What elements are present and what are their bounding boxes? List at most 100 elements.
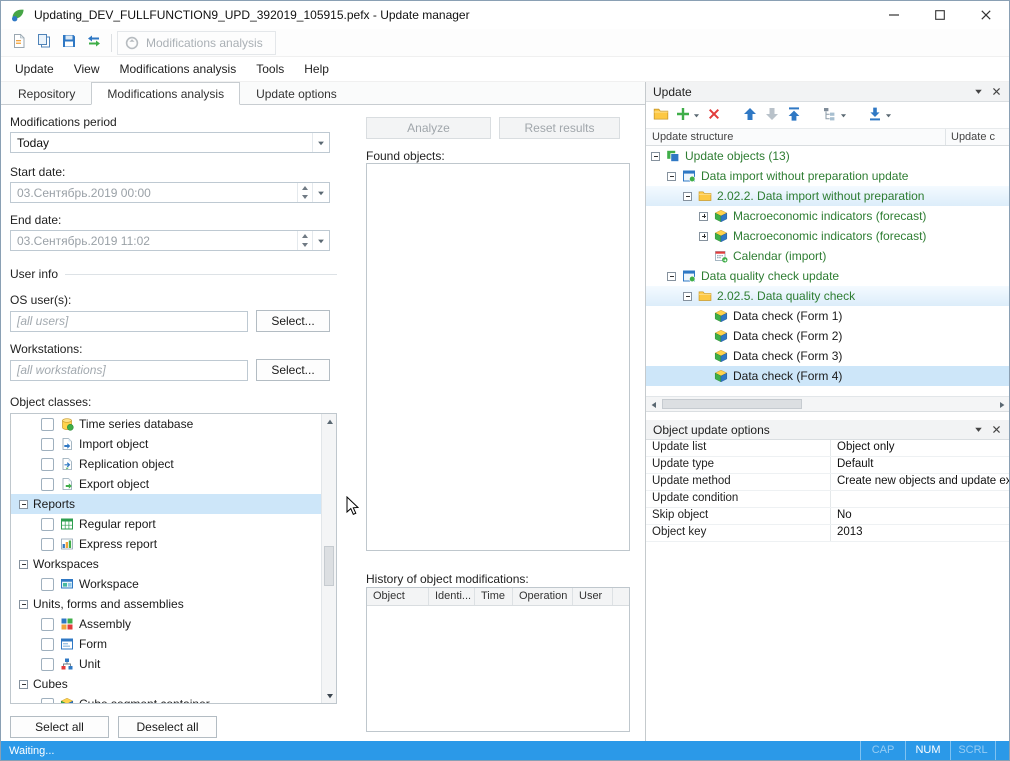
- expander-icon[interactable]: [19, 560, 28, 569]
- update-tree-row[interactable]: Macroeconomic indicators (forecast): [646, 226, 1009, 246]
- pane-close-icon[interactable]: [988, 422, 1004, 438]
- object-class-row[interactable]: Workspace: [11, 574, 321, 594]
- property-value[interactable]: No: [831, 508, 1009, 524]
- checkbox[interactable]: [41, 638, 54, 651]
- minimize-button[interactable]: [871, 1, 917, 29]
- chevron-down-icon[interactable]: [312, 133, 329, 152]
- scroll-right-icon[interactable]: [994, 397, 1009, 413]
- maximize-button[interactable]: [917, 1, 963, 29]
- deselect-all-button[interactable]: Deselect all: [118, 716, 217, 738]
- update-tree-row[interactable]: Data check (Form 4): [646, 366, 1009, 386]
- update-tree-row[interactable]: 2.02.2. Data import without preparation: [646, 186, 1009, 206]
- expander-icon[interactable]: [683, 292, 692, 301]
- menu-help[interactable]: Help: [294, 59, 339, 79]
- pane-menu-icon[interactable]: [970, 422, 986, 438]
- update-tree-row[interactable]: 2.02.5. Data quality check: [646, 286, 1009, 306]
- property-row[interactable]: Update typeDefault: [646, 457, 1009, 474]
- move-to-top-button[interactable]: [784, 104, 804, 126]
- vertical-scrollbar[interactable]: [321, 414, 336, 703]
- property-value[interactable]: 2013: [831, 525, 1009, 541]
- menu-tools[interactable]: Tools: [246, 59, 294, 79]
- tab-update-options[interactable]: Update options: [240, 82, 353, 104]
- property-value[interactable]: Object only: [831, 440, 1009, 456]
- expander-icon[interactable]: [667, 172, 676, 181]
- save-button[interactable]: [56, 31, 81, 55]
- expander-icon[interactable]: [699, 232, 708, 241]
- start-date-input[interactable]: 03.Сентябрь.2019 00:00: [10, 182, 330, 203]
- object-class-row[interactable]: Export object: [11, 474, 321, 494]
- spin-up-icon[interactable]: [298, 231, 312, 241]
- select-workstations-button[interactable]: Select...: [256, 359, 330, 381]
- expander-icon[interactable]: [667, 272, 676, 281]
- column-update-structure[interactable]: Update structure: [646, 129, 946, 145]
- found-objects-list[interactable]: [366, 163, 630, 551]
- object-class-row[interactable]: Time series database: [11, 414, 321, 434]
- delete-button[interactable]: [704, 104, 724, 126]
- history-column-time[interactable]: Time: [475, 588, 513, 605]
- object-class-row[interactable]: Workspaces: [11, 554, 321, 574]
- history-column-identi[interactable]: Identi...: [429, 588, 475, 605]
- scroll-down-icon[interactable]: [322, 688, 337, 703]
- add-object-button[interactable]: [673, 104, 702, 126]
- modifications-analysis-toggle[interactable]: Modifications analysis: [117, 31, 276, 55]
- resize-grip[interactable]: [995, 741, 1009, 760]
- expander-icon[interactable]: [651, 152, 660, 161]
- tab-repository[interactable]: Repository: [2, 82, 91, 104]
- spin-down-icon[interactable]: [298, 193, 312, 203]
- scroll-left-icon[interactable]: [646, 397, 661, 413]
- checkbox[interactable]: [41, 518, 54, 531]
- update-tree-row[interactable]: Macroeconomic indicators (forecast): [646, 206, 1009, 226]
- period-combobox[interactable]: Today: [10, 132, 330, 153]
- property-row[interactable]: Skip objectNo: [646, 508, 1009, 525]
- history-column-operation[interactable]: Operation: [513, 588, 573, 605]
- update-tree-row[interactable]: Calendar (import): [646, 246, 1009, 266]
- new-document-button[interactable]: [6, 31, 31, 55]
- object-class-row[interactable]: Cube segment container: [11, 694, 321, 703]
- menu-view[interactable]: View: [64, 59, 110, 79]
- tab-modifications-analysis[interactable]: Modifications analysis: [91, 82, 240, 105]
- tree-view-button[interactable]: [820, 104, 849, 126]
- history-column-object[interactable]: Object: [367, 588, 429, 605]
- checkbox[interactable]: [41, 418, 54, 431]
- property-value[interactable]: [831, 491, 1009, 507]
- menu-update[interactable]: Update: [5, 59, 64, 79]
- expander-icon[interactable]: [19, 600, 28, 609]
- checkbox[interactable]: [41, 458, 54, 471]
- caret-icon[interactable]: [693, 112, 700, 119]
- update-tree-row[interactable]: Data quality check update: [646, 266, 1009, 286]
- move-up-button[interactable]: [740, 104, 760, 126]
- expander-icon[interactable]: [19, 500, 28, 509]
- select-os-users-button[interactable]: Select...: [256, 310, 330, 332]
- column-update-condition[interactable]: Update c: [946, 129, 1009, 145]
- close-button[interactable]: [963, 1, 1009, 29]
- move-down-button[interactable]: [762, 104, 782, 126]
- update-tree-row[interactable]: Data check (Form 2): [646, 326, 1009, 346]
- import-update-button[interactable]: [865, 104, 894, 126]
- new-folder-button[interactable]: [651, 104, 671, 126]
- object-class-row[interactable]: Import object: [11, 434, 321, 454]
- scroll-up-icon[interactable]: [322, 414, 337, 429]
- object-class-row[interactable]: Cubes: [11, 674, 321, 694]
- transfer-button[interactable]: [81, 31, 106, 55]
- object-class-row[interactable]: Form: [11, 634, 321, 654]
- update-tree-row[interactable]: Data import without preparation update: [646, 166, 1009, 186]
- property-row[interactable]: Object key2013: [646, 525, 1009, 542]
- history-column-user[interactable]: User: [573, 588, 613, 605]
- scroll-thumb[interactable]: [324, 546, 334, 586]
- object-class-row[interactable]: Units, forms and assemblies: [11, 594, 321, 614]
- update-tree-row[interactable]: Update objects (13): [646, 146, 1009, 166]
- expander-icon[interactable]: [683, 192, 692, 201]
- caret-icon[interactable]: [840, 112, 847, 119]
- object-class-row[interactable]: Regular report: [11, 514, 321, 534]
- update-tree-row[interactable]: Data check (Form 3): [646, 346, 1009, 366]
- object-class-row[interactable]: Replication object: [11, 454, 321, 474]
- workstations-input[interactable]: [all workstations]: [10, 360, 248, 381]
- pane-menu-icon[interactable]: [970, 84, 986, 100]
- object-class-row[interactable]: Assembly: [11, 614, 321, 634]
- chevron-down-icon[interactable]: [312, 183, 329, 202]
- checkbox[interactable]: [41, 438, 54, 451]
- menu-modifications-analysis[interactable]: Modifications analysis: [110, 59, 247, 79]
- expander-icon[interactable]: [699, 212, 708, 221]
- property-row[interactable]: Update condition: [646, 491, 1009, 508]
- checkbox[interactable]: [41, 698, 54, 704]
